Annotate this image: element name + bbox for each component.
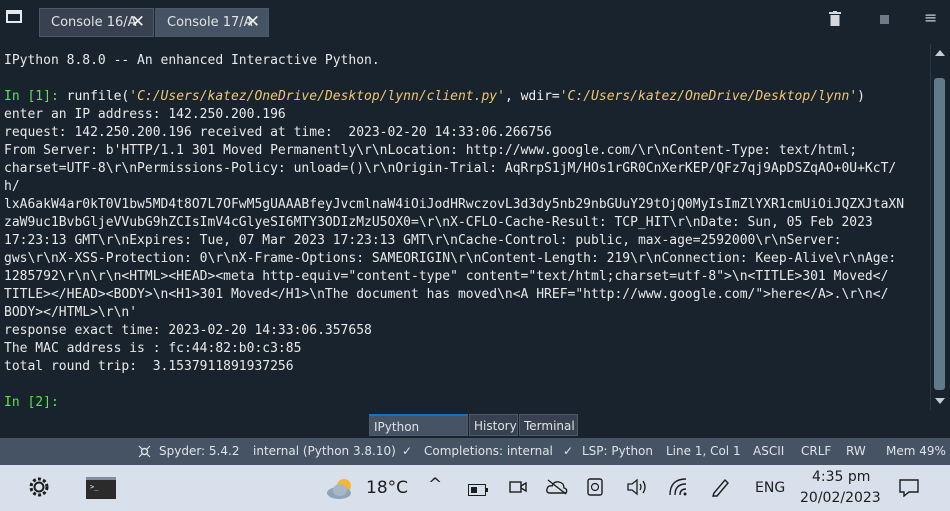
pen-icon[interactable]	[710, 477, 730, 501]
scroll-down-arrow-icon[interactable]	[935, 398, 945, 404]
close-icon[interactable]: ✕	[131, 9, 145, 36]
tab-console-17[interactable]: Console 17/A ✕	[155, 8, 269, 37]
scroll-up-arrow-icon[interactable]	[935, 50, 945, 56]
output-line: The MAC address is : fc:44:82:b0:c3:85	[4, 341, 302, 356]
input-prompt: In [1]:	[4, 89, 67, 104]
tab-terminal[interactable]: Terminal	[519, 414, 578, 436]
python-env[interactable]: internal (Python 3.8.10)	[253, 438, 396, 465]
windows-taskbar: >_ 18°C ^ ENG 4:35 pm 20/02/2023	[0, 465, 950, 511]
output-line: 1285792\r\n\r\n<HTML><HEAD><meta http-eq…	[4, 269, 889, 284]
memory-usage: Mem 49%	[886, 444, 946, 458]
weather-temperature[interactable]: 18°C	[366, 478, 408, 498]
file-encoding: ASCII	[753, 444, 785, 458]
console-banner: IPython 8.8.0 -- An enhanced Interactive…	[4, 53, 380, 68]
completions-status[interactable]: Completions: internal	[424, 438, 553, 465]
scroll-thumb[interactable]	[934, 78, 945, 390]
spyder-version: Spyder: 5.4.2	[159, 444, 240, 458]
tab-console-16[interactable]: Console 16/A ✕	[39, 8, 154, 37]
tab-label: Console 17/A	[167, 15, 253, 30]
file-permissions: RW	[846, 444, 866, 458]
output-line: gws\r\nX-XSS-Protection: 0\r\nX-Frame-Op…	[4, 251, 897, 266]
output-line: lxA6akW4ar0kT0V1bw5MD4t8O7L7OFwM5gUAAABf…	[4, 197, 905, 212]
clock-time[interactable]: 4:35 pm	[812, 469, 870, 485]
completions-check-icon: ✓	[402, 444, 413, 458]
window-icon[interactable]	[6, 10, 22, 23]
clock-date[interactable]: 20/02/2023	[800, 490, 881, 506]
terminal-app-icon[interactable]: >_	[86, 477, 116, 503]
output-line: h/	[4, 179, 20, 194]
output-line: TITLE></HEAD><BODY>\n<H1>301 Moved</H1>\…	[4, 287, 889, 302]
output-line: From Server: b'HTTP/1.1 301 Moved Perman…	[4, 143, 858, 158]
output-line: 17:23:13 GMT\r\nExpires: Tue, 07 Mar 202…	[4, 233, 842, 248]
stop-icon[interactable]	[880, 13, 889, 28]
code-fn: runfile(	[66, 89, 130, 104]
code-close: )	[857, 89, 865, 104]
tab-history[interactable]: History	[469, 414, 518, 436]
input-language[interactable]: ENG	[755, 480, 785, 496]
sync-device-icon	[586, 477, 606, 501]
code-string-path: 'C:/Users/katez/OneDrive/Desktop/lynn/cl…	[129, 89, 505, 104]
console-scrollbar[interactable]	[930, 44, 949, 410]
options-menu-icon[interactable]: ≡	[924, 8, 937, 27]
weather-cloud-icon[interactable]	[326, 476, 356, 504]
output-line: BODY></HTML>\r\n'	[4, 305, 138, 320]
output-line: zaW9uc1BvbGljeVVubG9hZCIsImV4cGlyeSI6MTY…	[4, 215, 873, 230]
output-line: total round trip: 3.1537911891937256	[4, 359, 294, 374]
input-cell-2[interactable]: In [2]:	[0, 394, 930, 412]
trash-icon[interactable]	[829, 11, 841, 30]
chevron-up-icon[interactable]: ^	[428, 475, 442, 495]
lsp-check-icon: ✓	[563, 444, 574, 458]
cursor-position: Line 1, Col 1	[666, 444, 741, 458]
status-bar: Spyder: 5.4.2 internal (Python 3.8.10) ✓…	[0, 438, 950, 465]
input-cell-1: In [1]: runfile('C:/Users/katez/OneDrive…	[0, 88, 930, 106]
code-arg: , wdir=	[504, 89, 560, 104]
spyder-icon	[138, 438, 151, 465]
tab-ipython-console[interactable]: IPython Console	[369, 414, 468, 456]
battery-icon	[468, 481, 488, 500]
speaker-icon[interactable]	[626, 478, 648, 500]
lsp-status[interactable]: LSP: Python	[582, 438, 653, 465]
output-line: charset=UTF-8\r\nPermissions-Policy: unl…	[4, 161, 897, 176]
wifi-icon[interactable]	[668, 477, 688, 501]
tab-label: Console 16/A	[51, 15, 137, 30]
output-line: request: 142.250.200.196 received at tim…	[4, 125, 552, 140]
output-line: response exact time: 2023-02-20 14:33:06…	[4, 323, 372, 338]
close-icon[interactable]: ✕	[246, 9, 260, 36]
svg-text:>_: >_	[90, 483, 99, 491]
end-of-line: CRLF	[801, 444, 832, 458]
ipython-console-output[interactable]: IPython 8.8.0 -- An enhanced Interactive…	[0, 44, 930, 412]
notification-icon[interactable]	[899, 479, 919, 501]
input-prompt: In [2]:	[4, 395, 59, 410]
pane-tab-bar: IPython Console History Terminal	[0, 412, 950, 456]
output-line: enter an IP address: 142.250.200.196	[4, 107, 286, 122]
camera-icon	[509, 478, 527, 500]
settings-gear-icon[interactable]	[27, 475, 51, 503]
code-string-wdir: 'C:/Users/katez/OneDrive/Desktop/lynn'	[559, 89, 858, 104]
cloud-off-icon	[546, 479, 568, 499]
editor-tab-bar: Console 16/A ✕ Console 17/A ✕ ≡	[0, 0, 950, 44]
